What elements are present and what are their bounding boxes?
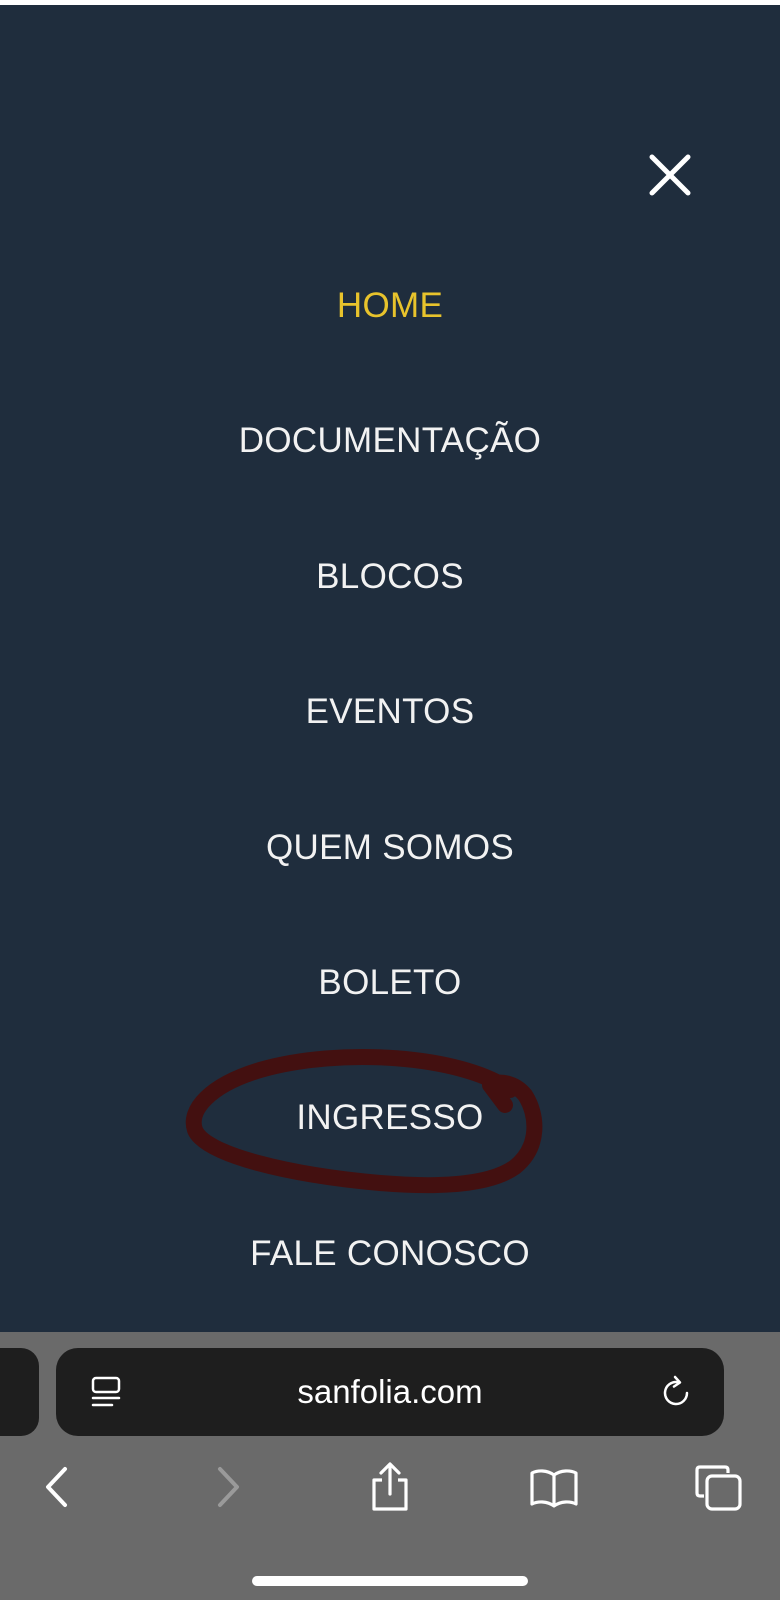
page: HOME DOCUMENTAÇÃO BLOCOS EVENTOS QUEM SO… bbox=[0, 0, 780, 1600]
menu-item-home[interactable]: HOME bbox=[0, 284, 780, 328]
menu-item-quem-somos[interactable]: QUEM SOMOS bbox=[0, 826, 780, 870]
forward-icon[interactable] bbox=[202, 1462, 252, 1512]
url-text[interactable]: sanfolia.com bbox=[56, 1348, 724, 1436]
close-icon bbox=[649, 154, 691, 196]
address-bar[interactable]: sanfolia.com bbox=[56, 1348, 724, 1436]
close-menu-button[interactable] bbox=[645, 150, 695, 200]
menu-item-eventos[interactable]: EVENTOS bbox=[0, 690, 780, 734]
browser-toolbar: sanfolia.com bbox=[0, 1332, 780, 1600]
menu-item-documentacao[interactable]: DOCUMENTAÇÃO bbox=[0, 419, 780, 463]
tabs-icon[interactable] bbox=[694, 1462, 744, 1512]
menu-item-ingresso[interactable]: INGRESSO bbox=[0, 1096, 780, 1140]
menu-item-boleto[interactable]: BOLETO bbox=[0, 961, 780, 1005]
menu-item-fale-conosco[interactable]: FALE CONOSCO bbox=[0, 1232, 780, 1276]
back-icon[interactable] bbox=[33, 1462, 83, 1512]
bookmarks-icon[interactable] bbox=[529, 1462, 579, 1512]
navigation-menu-overlay: HOME DOCUMENTAÇÃO BLOCOS EVENTOS QUEM SO… bbox=[0, 5, 780, 1332]
reload-icon[interactable] bbox=[658, 1374, 694, 1412]
share-icon[interactable] bbox=[365, 1462, 415, 1512]
previous-tab-peek[interactable] bbox=[0, 1348, 39, 1436]
menu-item-blocos[interactable]: BLOCOS bbox=[0, 555, 780, 599]
home-indicator[interactable] bbox=[252, 1576, 528, 1586]
